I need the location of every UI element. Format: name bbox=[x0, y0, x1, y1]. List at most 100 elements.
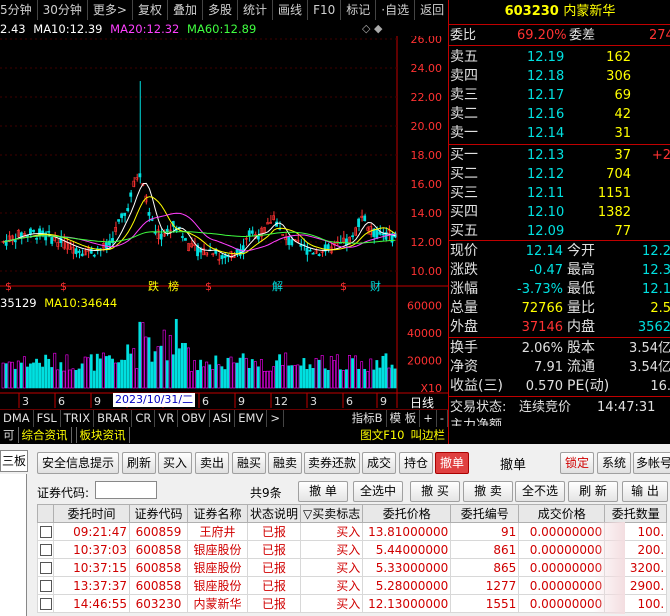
order-row[interactable]: 14:46:55 603230 内蒙新华 已报 买入 12.13000000 1551 0.0… bbox=[37, 594, 668, 613]
column-header-6[interactable]: 委托价格 bbox=[362, 504, 452, 523]
left-scroll-pane[interactable] bbox=[0, 474, 27, 616]
menu-item-9[interactable]: 标记 bbox=[341, 0, 377, 20]
indicator-tab-11[interactable]: 模 板 bbox=[387, 410, 421, 427]
order-action-2[interactable]: 撤 买 bbox=[410, 481, 460, 502]
chart-event-mark[interactable]: 财 bbox=[370, 279, 381, 293]
indicator-tab-1[interactable]: FSL bbox=[34, 410, 61, 427]
bid-row: 买四 12.10 1382 bbox=[449, 203, 670, 222]
indicator-tab-4[interactable]: CR bbox=[132, 410, 156, 427]
column-header-4[interactable]: 状态说明 bbox=[246, 504, 302, 523]
menu-item-1[interactable]: 30分钟 bbox=[38, 0, 88, 20]
chart-event-mark[interactable]: $ bbox=[5, 280, 12, 293]
trade-button-1[interactable]: 刷新 bbox=[122, 452, 156, 474]
volume-bar bbox=[226, 357, 230, 389]
info-tab-1[interactable]: 综合资讯 bbox=[17, 427, 72, 443]
trade-button-9[interactable]: 撤单 bbox=[435, 452, 469, 474]
bid-price: 12.10 bbox=[527, 205, 565, 220]
column-header-3[interactable]: 证券名称 bbox=[187, 504, 248, 523]
trade-button-2[interactable]: 买入 bbox=[158, 452, 192, 474]
kline-chart[interactable]: 26.00 24.00 22.00 20.00 18.00 16.00 14.00 12.00… bbox=[0, 36, 448, 410]
column-header-7[interactable]: 委托编号 bbox=[450, 504, 520, 523]
time-tick-label: 9 bbox=[94, 395, 101, 408]
volume-bar bbox=[384, 353, 388, 389]
order-checkbox[interactable] bbox=[39, 544, 52, 556]
info-tab-3[interactable]: 图文F10 bbox=[357, 427, 408, 443]
order-checkbox-cell[interactable] bbox=[37, 540, 54, 559]
order-checkbox[interactable] bbox=[39, 598, 52, 610]
menu-item-7[interactable]: 画线 bbox=[273, 0, 309, 20]
volume-bar bbox=[390, 364, 394, 389]
column-header-5[interactable]: ▽买卖标志 bbox=[300, 504, 364, 523]
column-header-9[interactable]: 委托数量 bbox=[604, 504, 668, 523]
chart-event-mark[interactable]: $ bbox=[340, 280, 347, 293]
menu-item-4[interactable]: 叠加 bbox=[168, 0, 204, 20]
trade-button-3[interactable]: 卖出 bbox=[195, 452, 229, 474]
column-header-8[interactable]: 成交价格 bbox=[518, 504, 606, 523]
chart-option-icons[interactable]: ◇ ◆ bbox=[362, 22, 382, 35]
menu-item-6[interactable]: 统计 bbox=[238, 0, 274, 20]
trade-button-0[interactable]: 安全信息提示 bbox=[37, 452, 119, 474]
menu-item-11[interactable]: 返回 bbox=[415, 0, 448, 20]
column-header-1[interactable]: 委托时间 bbox=[53, 504, 130, 523]
order-checkbox[interactable] bbox=[39, 580, 52, 592]
order-row[interactable]: 10:37:15 600858 银座股份 已报 买入 5.33000000 865 0.000… bbox=[37, 558, 668, 577]
chart-event-mark[interactable]: 解 bbox=[272, 279, 283, 293]
trade-button-6[interactable]: 卖券还款 bbox=[304, 452, 360, 474]
trade-right-button-2[interactable]: 多帐号 bbox=[633, 452, 670, 474]
indicator-tab-10[interactable]: 指标B bbox=[349, 410, 387, 427]
order-action-5[interactable]: 刷 新 bbox=[568, 481, 618, 502]
menu-item-3[interactable]: 复权 bbox=[133, 0, 168, 20]
indicator-tab-7[interactable]: ASI bbox=[210, 410, 236, 427]
stat-label: 净资 bbox=[450, 359, 478, 375]
order-checkbox[interactable] bbox=[39, 526, 52, 538]
order-row[interactable]: 13:37:37 600858 银座股份 已报 买入 5.28000000 1277 0.00… bbox=[37, 576, 668, 595]
trade-button-8[interactable]: 持仓 bbox=[399, 452, 433, 474]
indicator-tab-3[interactable]: BRAR bbox=[94, 410, 133, 427]
indicator-tab-12[interactable]: + bbox=[420, 410, 437, 427]
menu-item-2[interactable]: 更多> bbox=[88, 0, 133, 20]
order-action-3[interactable]: 撤 卖 bbox=[463, 481, 513, 502]
chart-event-mark[interactable]: $ bbox=[205, 280, 212, 293]
info-tab-0[interactable]: 可 bbox=[0, 427, 18, 443]
order-checkbox-cell[interactable] bbox=[37, 594, 54, 613]
order-checkbox[interactable] bbox=[39, 562, 52, 574]
trade-button-4[interactable]: 融买 bbox=[232, 452, 266, 474]
column-header-0[interactable] bbox=[37, 504, 54, 523]
order-action-6[interactable]: 输 出 bbox=[622, 481, 668, 502]
indicator-tab-6[interactable]: OBV bbox=[178, 410, 210, 427]
stat-row: 换手 2.06% 股本 3.54亿 bbox=[449, 339, 670, 358]
menu-item-0[interactable]: 5分钟 bbox=[0, 0, 38, 20]
menu-item-5[interactable]: 多股 bbox=[203, 0, 239, 20]
stat-value: 0.570 bbox=[525, 379, 563, 394]
volume-bar bbox=[156, 346, 160, 389]
indicator-tab-2[interactable]: TRIX bbox=[61, 410, 95, 427]
info-tab-2[interactable]: 板块资讯 bbox=[75, 427, 130, 443]
indicator-tab-5[interactable]: VR bbox=[155, 410, 179, 427]
menu-item-10[interactable]: ·自选 bbox=[376, 0, 416, 20]
info-tab-4[interactable]: 叫边栏 bbox=[408, 427, 449, 443]
order-action-0[interactable]: 撤 单 bbox=[298, 481, 348, 502]
order-row[interactable]: 09:21:47 600859 王府井 已报 买入 13.81000000 91 0.0000… bbox=[37, 522, 668, 541]
order-checkbox-cell[interactable] bbox=[37, 522, 54, 541]
order-action-4[interactable]: 全不选 bbox=[515, 481, 565, 502]
chart-event-mark[interactable]: 跌 bbox=[148, 279, 159, 293]
chart-event-mark[interactable]: 榜 bbox=[168, 279, 179, 293]
trade-right-button-1[interactable]: 系统 bbox=[597, 452, 631, 474]
indicator-tab-13[interactable]: - bbox=[437, 410, 448, 427]
menu-item-8[interactable]: F10 bbox=[308, 0, 342, 20]
column-header-2[interactable]: 证券代码 bbox=[129, 504, 188, 523]
trade-button-5[interactable]: 融卖 bbox=[268, 452, 302, 474]
trade-right-button-0[interactable]: 锁定 bbox=[560, 452, 594, 474]
code-input[interactable] bbox=[95, 481, 157, 499]
order-checkbox-cell[interactable] bbox=[37, 576, 54, 595]
order-checkbox-cell[interactable] bbox=[37, 558, 54, 577]
indicator-tab-8[interactable]: EMV bbox=[235, 410, 268, 427]
indicator-tab-0[interactable]: DMA bbox=[0, 410, 34, 427]
order-row[interactable]: 10:37:03 600858 银座股份 已报 买入 5.44000000 861 0.000… bbox=[37, 540, 668, 559]
candle-body bbox=[345, 238, 348, 246]
board-tab[interactable]: 三板 bbox=[0, 450, 28, 472]
order-action-1[interactable]: 全选中 bbox=[353, 481, 403, 502]
chart-event-mark[interactable]: $ bbox=[60, 280, 67, 293]
indicator-tab-9[interactable]: > bbox=[267, 410, 284, 427]
trade-button-7[interactable]: 成交 bbox=[362, 452, 396, 474]
